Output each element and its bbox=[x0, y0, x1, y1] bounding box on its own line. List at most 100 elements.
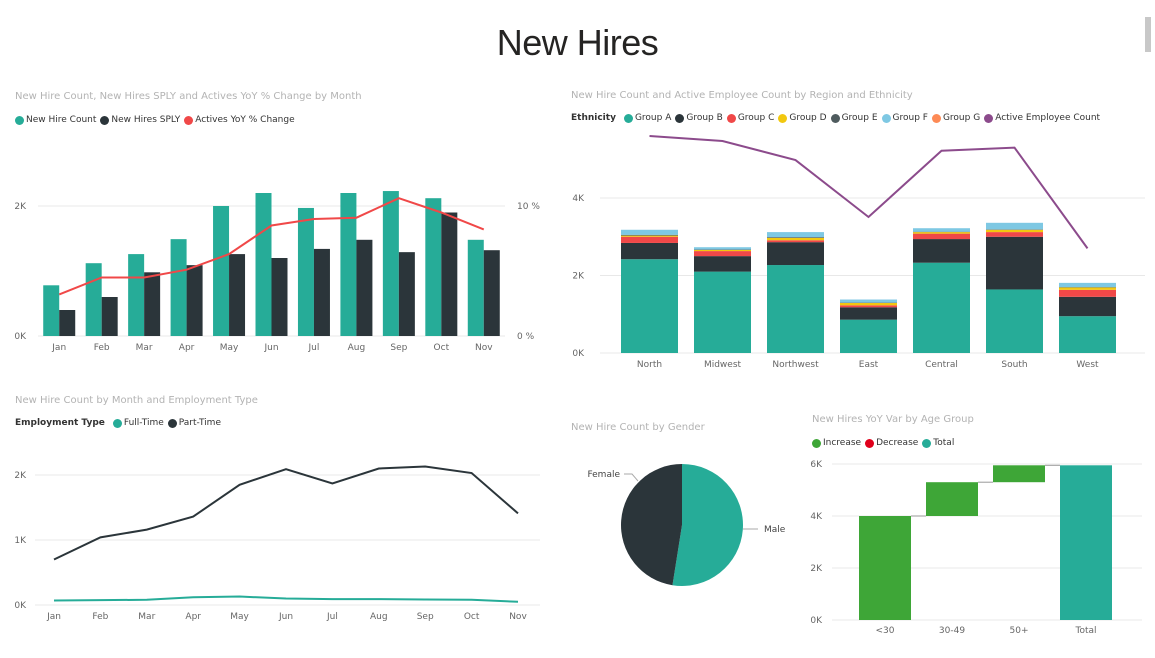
bar-segment-group-c bbox=[767, 240, 824, 243]
pie-label-male: Male bbox=[764, 525, 786, 535]
x-axis-tick-label: Jan bbox=[51, 343, 66, 353]
pie-label-female: Female bbox=[587, 470, 620, 480]
x-axis-tick-label: 50+ bbox=[1010, 626, 1029, 636]
y-axis-tick-label: 0K bbox=[572, 349, 585, 359]
bar-new-hires-sply bbox=[101, 297, 118, 336]
bar-segment-group-d bbox=[913, 232, 970, 234]
bar-segment-group-c bbox=[986, 232, 1043, 237]
y-axis-tick-label: 4K bbox=[810, 512, 823, 522]
x-axis-tick-label: Nov bbox=[509, 612, 527, 622]
gender-pie-visual[interactable]: New Hire Count by Gender Male Female bbox=[560, 410, 800, 610]
y-axis-tick-label: 6K bbox=[810, 460, 823, 470]
region-stacked-visual[interactable]: New Hire Count and Active Employee Count… bbox=[560, 85, 1155, 375]
pie-slice-female bbox=[621, 464, 682, 586]
bar-segment-group-d bbox=[694, 249, 751, 252]
x-axis-tick-label: North bbox=[637, 360, 662, 370]
x-axis-tick-label: Apr bbox=[185, 612, 201, 622]
age-waterfall-chart: 0K 2K 4K 6K <30 30-49 50+ Total bbox=[810, 460, 1142, 636]
bar-new-hire-count bbox=[297, 207, 314, 336]
monthly-combo-visual[interactable]: New Hire Count, New Hires SPLY and Activ… bbox=[0, 85, 560, 365]
x-axis-tick-label: South bbox=[1001, 360, 1027, 370]
y-axis-tick-label: 2K bbox=[14, 202, 27, 212]
bar-segment-group-e bbox=[767, 237, 824, 238]
y-axis-tick-label: 1K bbox=[14, 536, 27, 546]
x-axis-tick-label: Mar bbox=[136, 343, 153, 353]
x-axis-tick-label: Oct bbox=[434, 343, 450, 353]
x-axis-tick-label: Aug bbox=[370, 612, 388, 622]
bar-segment-group-d bbox=[986, 229, 1043, 233]
bar-new-hires-sply bbox=[313, 248, 330, 336]
bar-segment-group-d bbox=[767, 237, 824, 241]
bar-segment-group-f bbox=[1059, 282, 1116, 288]
y-axis-tick-label: 4K bbox=[572, 194, 585, 204]
bar-new-hires-sply bbox=[483, 250, 500, 336]
bar-segment-group-c bbox=[1059, 289, 1116, 297]
bar-new-hires-sply bbox=[441, 212, 458, 336]
region-stacked-chart: 0K 2K 4K North Midwest Northwest East Central So… bbox=[572, 135, 1145, 370]
line-part-time bbox=[53, 465, 519, 561]
bar-segment-group-b bbox=[840, 307, 897, 320]
bar-segment-group-c bbox=[840, 305, 897, 308]
bar-segment-group-c bbox=[621, 236, 678, 243]
bar-segment-group-f bbox=[694, 247, 751, 250]
x-axis-tick-label: Nov bbox=[475, 343, 493, 353]
bar-new-hire-count bbox=[425, 198, 442, 336]
x-axis-tick-label: East bbox=[859, 360, 879, 370]
x-axis-tick-label: Total bbox=[1074, 626, 1096, 636]
bar-segment-group-d bbox=[621, 235, 678, 237]
bar-segment-group-b bbox=[621, 242, 678, 260]
x-axis-tick-label: Aug bbox=[348, 343, 366, 353]
y-axis-tick-label: 2K bbox=[14, 471, 27, 481]
x-axis-tick-label: Midwest bbox=[704, 360, 742, 370]
x-axis-tick-label: Jul bbox=[326, 612, 338, 622]
y-axis-tick-label: 0K bbox=[810, 616, 823, 626]
bar-new-hire-count bbox=[382, 191, 399, 336]
y-axis-tick-label: 0K bbox=[14, 332, 27, 342]
x-axis-tick-label: Feb bbox=[92, 612, 108, 622]
x-axis-tick-label: Sep bbox=[417, 612, 434, 622]
bar-new-hire-count bbox=[255, 193, 272, 336]
bar-new-hire-count bbox=[340, 193, 357, 336]
x-axis-tick-label: Oct bbox=[464, 612, 480, 622]
x-axis-tick-label: Jun bbox=[278, 612, 293, 622]
bar-segment-group-a bbox=[621, 259, 678, 353]
employment-type-chart: 0K 1K 2K Jan Feb Mar Apr May Jun Jul Aug Sep Oct Nov bbox=[14, 465, 540, 622]
bar-segment-group-b bbox=[1059, 296, 1116, 317]
y2-axis-tick-label: 10 % bbox=[517, 202, 540, 212]
bar-segment-group-f bbox=[986, 222, 1043, 230]
bar-segment-group-a bbox=[840, 319, 897, 353]
age-waterfall-visual[interactable]: New Hires YoY Var by Age Group Increase … bbox=[800, 410, 1155, 645]
bar-new-hire-count bbox=[85, 263, 102, 336]
x-axis-tick-label: May bbox=[230, 612, 249, 622]
bar-segment-group-e bbox=[621, 234, 678, 236]
bar-segment-group-b bbox=[913, 239, 970, 263]
bar-segment-group-a bbox=[1059, 316, 1116, 353]
bar-new-hire-count bbox=[213, 206, 230, 336]
bar-segment-group-b bbox=[986, 236, 1043, 290]
x-axis-tick-label: 30-49 bbox=[939, 626, 965, 636]
bar-segment-group-c bbox=[913, 233, 970, 240]
bar-new-hires-sply bbox=[356, 239, 373, 336]
x-axis-tick-label: Sep bbox=[390, 343, 407, 353]
bar-new-hires-sply bbox=[144, 272, 161, 336]
bar-new-hires-sply bbox=[271, 258, 288, 336]
x-axis-tick-label: Jun bbox=[263, 343, 278, 353]
vertical-scrollbar[interactable] bbox=[1145, 17, 1151, 52]
x-axis-tick-label: Feb bbox=[94, 343, 110, 353]
bar-new-hire-count bbox=[43, 285, 60, 336]
bar-new-hires-sply bbox=[59, 310, 76, 336]
x-axis-tick-label: Northwest bbox=[772, 360, 819, 370]
waterfall-bar-increase bbox=[993, 465, 1045, 483]
x-axis-tick-label: Jan bbox=[46, 612, 61, 622]
bar-segment-group-b bbox=[767, 242, 824, 266]
employment-type-visual[interactable]: New Hire Count by Month and Employment T… bbox=[0, 390, 560, 640]
leader-line-female bbox=[624, 473, 639, 482]
bar-new-hires-sply bbox=[398, 252, 415, 336]
y-axis-tick-label: 2K bbox=[572, 272, 585, 282]
bar-segment-group-f bbox=[840, 299, 897, 303]
x-axis-tick-label: Central bbox=[925, 360, 958, 370]
bar-segment-group-f bbox=[913, 228, 970, 232]
pie-slice-male bbox=[672, 464, 743, 586]
bar-new-hires-sply bbox=[229, 254, 246, 336]
waterfall-bar-increase bbox=[926, 482, 978, 516]
